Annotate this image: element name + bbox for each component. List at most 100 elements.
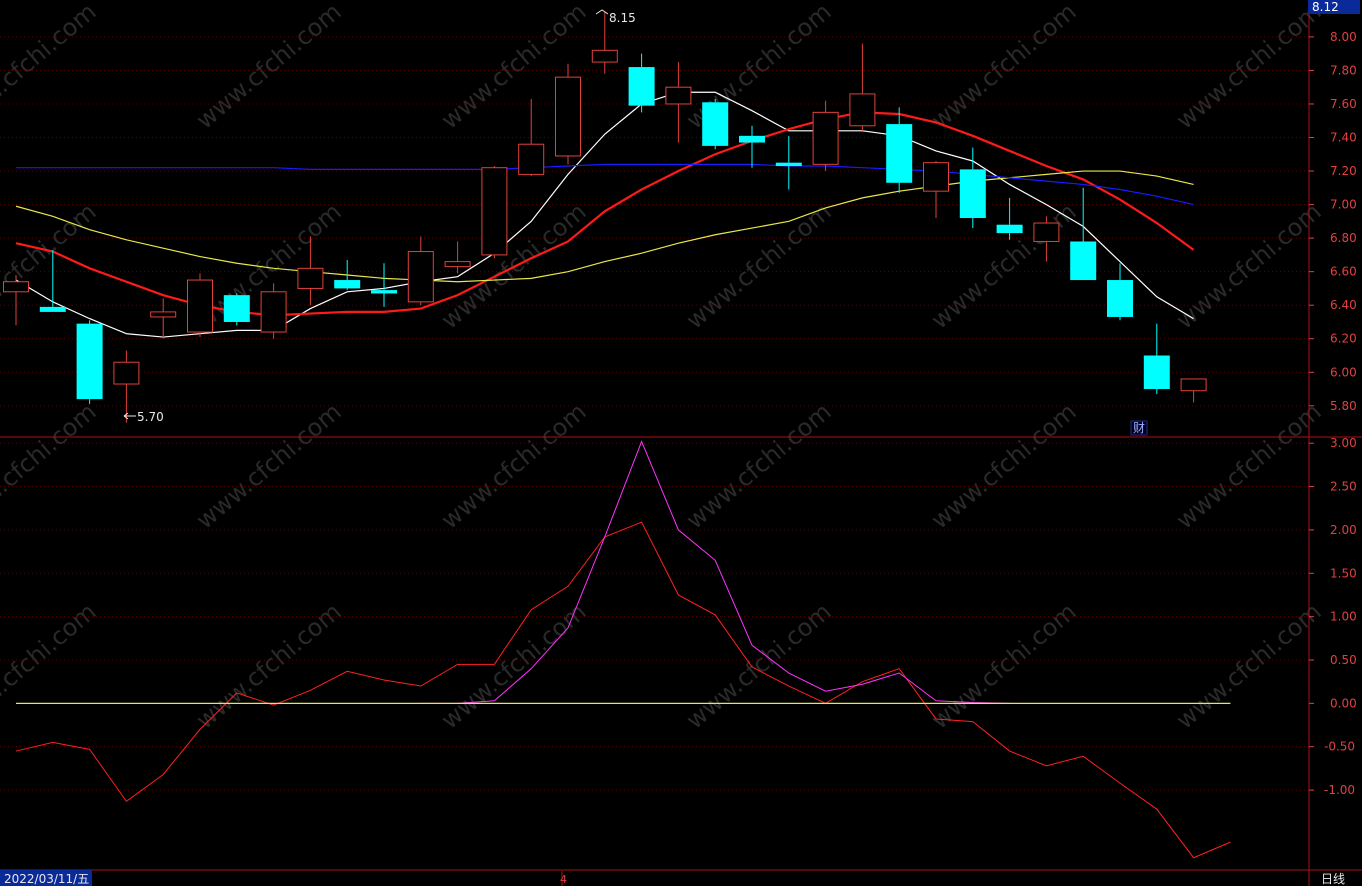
candle-body-down (334, 280, 361, 289)
indicator-axis-label: 2.00 (1330, 523, 1357, 537)
candlestick[interactable] (702, 98, 729, 150)
candle-body-up (1033, 222, 1060, 242)
indicator-axis-label: 0.50 (1330, 653, 1357, 667)
price-axis-label: 7.20 (1330, 164, 1357, 178)
price-axis-label: 8.00 (1330, 30, 1357, 44)
indicator-axis-label: 1.50 (1330, 566, 1357, 580)
price-axis-label: 6.00 (1330, 365, 1357, 379)
watermark-text: www.cfchi.com (191, 597, 347, 734)
candlestick[interactable] (849, 43, 876, 131)
watermark-text: www.cfchi.com (926, 597, 1082, 734)
candle-body-down (371, 290, 397, 294)
candlestick[interactable] (334, 259, 361, 291)
candlestick[interactable] (150, 298, 177, 339)
candlestick[interactable] (187, 273, 213, 338)
candlestick[interactable] (518, 98, 545, 177)
candlestick[interactable] (665, 62, 692, 143)
candlestick[interactable] (3, 275, 29, 326)
candle-body-up (591, 49, 618, 63)
indicator-line (15, 521, 1231, 859)
candle-body-down (223, 295, 250, 322)
grid-layer (0, 0, 1362, 886)
candlestick[interactable] (260, 283, 287, 339)
price-axis-label: 5.80 (1330, 399, 1357, 413)
price-axis-label: 7.40 (1330, 131, 1357, 145)
candle-body-down (996, 224, 1023, 234)
indicator-axis-label: -0.50 (1324, 740, 1355, 754)
indicator-axis-label: 0.00 (1330, 696, 1357, 710)
candle-body-down (628, 67, 655, 106)
candle-body-up (555, 76, 581, 157)
candlesticks[interactable] (3, 11, 1207, 423)
indicator-axis-label: 2.50 (1330, 480, 1357, 494)
candlestick[interactable] (1180, 378, 1207, 403)
candlestick[interactable] (481, 166, 508, 259)
price-axis-label: 7.60 (1330, 97, 1357, 111)
candlestick[interactable] (76, 320, 103, 405)
period-label[interactable]: 日线 (1321, 872, 1345, 886)
watermark-text: www.cfchi.com (681, 597, 837, 734)
candlestick[interactable] (923, 160, 949, 218)
candlestick[interactable] (371, 263, 397, 307)
watermark-text: www.cfchi.com (681, 197, 837, 334)
candle-body-up (923, 162, 949, 192)
watermark-text: www.cfchi.com (191, 0, 347, 135)
price-axis-label: 7.00 (1330, 198, 1357, 212)
watermark-text: www.cfchi.com (1171, 397, 1327, 534)
watermark-text: www.cfchi.com (191, 397, 347, 534)
watermark-text: www.cfchi.com (0, 0, 102, 135)
price-axis-label: 6.40 (1330, 298, 1357, 312)
candle-body-up (3, 281, 29, 293)
low-arrow-icon (123, 412, 136, 420)
watermark-text: www.cfchi.com (1171, 0, 1327, 135)
candlestick[interactable] (739, 125, 765, 168)
candle-body-up (849, 93, 876, 127)
watermark-text: www.cfchi.com (0, 597, 102, 734)
candlestick[interactable] (444, 241, 471, 274)
watermark-text: www.cfchi.com (1171, 197, 1327, 334)
indicator-panel[interactable] (15, 440, 1231, 859)
candle-body-up (665, 86, 692, 105)
candlestick[interactable] (775, 135, 802, 190)
candlestick[interactable] (113, 350, 140, 423)
price-axis-label: 7.80 (1330, 63, 1357, 77)
candle-body-down (775, 162, 802, 167)
candle-body-up (113, 361, 140, 385)
candlestick[interactable] (555, 63, 581, 165)
indicator-axis-label: 1.00 (1330, 610, 1357, 624)
candle-body-down (1070, 241, 1097, 281)
candlestick[interactable] (628, 53, 655, 113)
candlestick[interactable] (886, 107, 913, 193)
candle-body-up (150, 311, 177, 318)
low-price-label: 5.70 (137, 410, 164, 424)
candle-body-up (407, 251, 434, 303)
watermark-text: www.cfchi.com (926, 0, 1082, 135)
candle-body-down (1107, 280, 1133, 317)
stock-chart[interactable]: www.cfchi.com www.cfchi.com www.cfchi.com w… (0, 0, 1362, 886)
watermark-text: www.cfchi.com (926, 397, 1082, 534)
current-price-label: 8.12 (1312, 0, 1339, 14)
candlestick[interactable] (1143, 323, 1170, 395)
candle-body-down (886, 124, 913, 183)
candle-body-up (1180, 378, 1207, 392)
footer-date: 2022/03/11/五 (4, 872, 89, 886)
candle-body-down (739, 135, 765, 143)
candlestick[interactable] (812, 100, 839, 172)
candle-body-down (39, 306, 66, 312)
price-axis-label: 6.60 (1330, 265, 1357, 279)
footer-marker: 4 (560, 873, 567, 886)
candlestick[interactable] (1107, 263, 1133, 321)
candle-body-up (481, 167, 508, 256)
candlestick[interactable] (407, 236, 434, 306)
watermark-text: www.cfchi.com (436, 397, 592, 534)
price-panel[interactable] (3, 11, 1207, 423)
candlestick[interactable] (223, 293, 250, 326)
candle-body-down (959, 169, 986, 218)
candle-body-up (518, 143, 545, 175)
moving-average-line (16, 163, 1194, 206)
watermark-text: www.cfchi.com (1171, 597, 1327, 734)
watermark-layer: www.cfchi.com www.cfchi.com www.cfchi.com w… (0, 0, 1327, 735)
candlestick[interactable] (959, 147, 986, 229)
candle-body-up (187, 279, 213, 333)
candlestick[interactable] (1070, 187, 1097, 281)
